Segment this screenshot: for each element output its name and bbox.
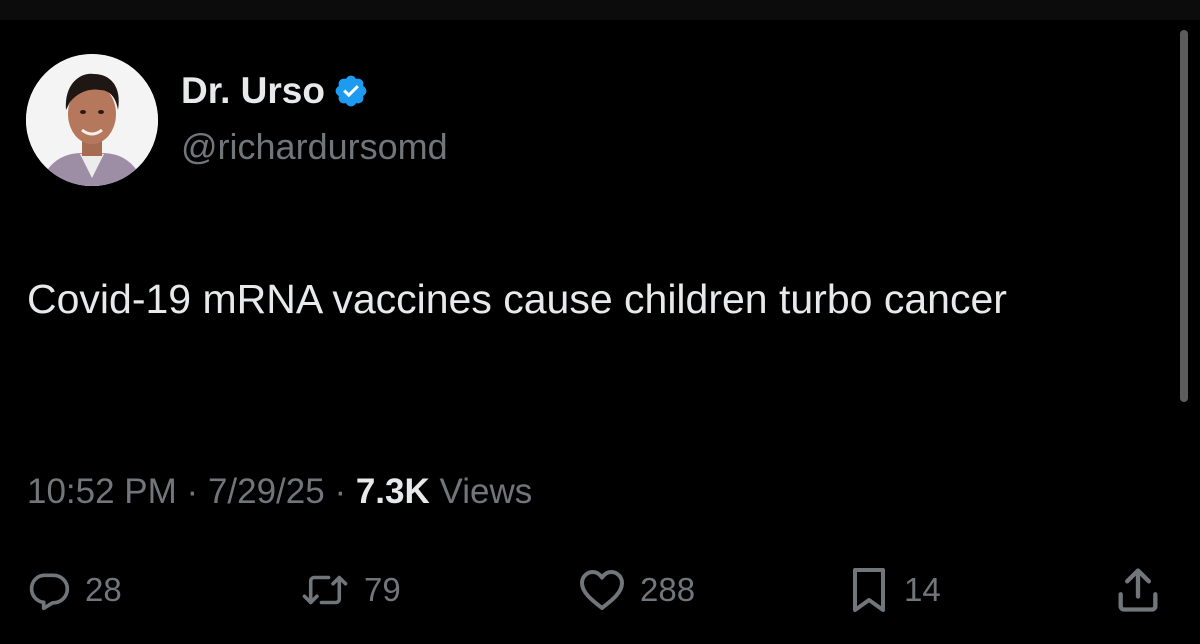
share-button[interactable] — [1112, 566, 1164, 614]
bookmark-icon — [853, 568, 885, 612]
display-name-text[interactable]: Dr. Urso — [181, 70, 325, 112]
views-count[interactable]: 7.3K — [356, 472, 430, 511]
repost-button[interactable]: 79 — [300, 566, 401, 614]
repost-count: 79 — [364, 571, 401, 608]
bookmark-button[interactable]: 14 — [848, 566, 941, 614]
reply-count: 28 — [85, 571, 122, 608]
profile-photo-icon — [26, 54, 158, 186]
tweet-time[interactable]: 10:52 PM — [27, 472, 177, 511]
reply-button[interactable]: 28 — [27, 566, 122, 614]
views-label: Views — [439, 472, 533, 511]
top-bar — [0, 0, 1200, 20]
verified-badge-icon — [333, 73, 369, 109]
author-name[interactable]: Dr. Urso — [181, 70, 369, 112]
repost-icon — [302, 575, 348, 605]
meta-separator: · — [186, 472, 199, 511]
tweet-meta: 10:52 PM · 7/29/25 · 7.3K Views — [27, 472, 532, 512]
share-icon — [1118, 568, 1158, 612]
meta-separator: · — [334, 472, 347, 511]
avatar[interactable] — [26, 54, 158, 186]
tweet-date[interactable]: 7/29/25 — [208, 472, 325, 511]
like-button[interactable]: 288 — [578, 566, 695, 614]
tweet-text: Covid-19 mRNA vaccines cause children tu… — [27, 276, 1007, 322]
like-count: 288 — [640, 571, 696, 608]
author-handle[interactable]: @richardursomd — [181, 126, 448, 168]
scrollbar[interactable] — [1180, 30, 1188, 402]
heart-icon — [580, 570, 624, 610]
bookmark-count: 14 — [904, 571, 941, 608]
reply-icon — [29, 573, 70, 611]
